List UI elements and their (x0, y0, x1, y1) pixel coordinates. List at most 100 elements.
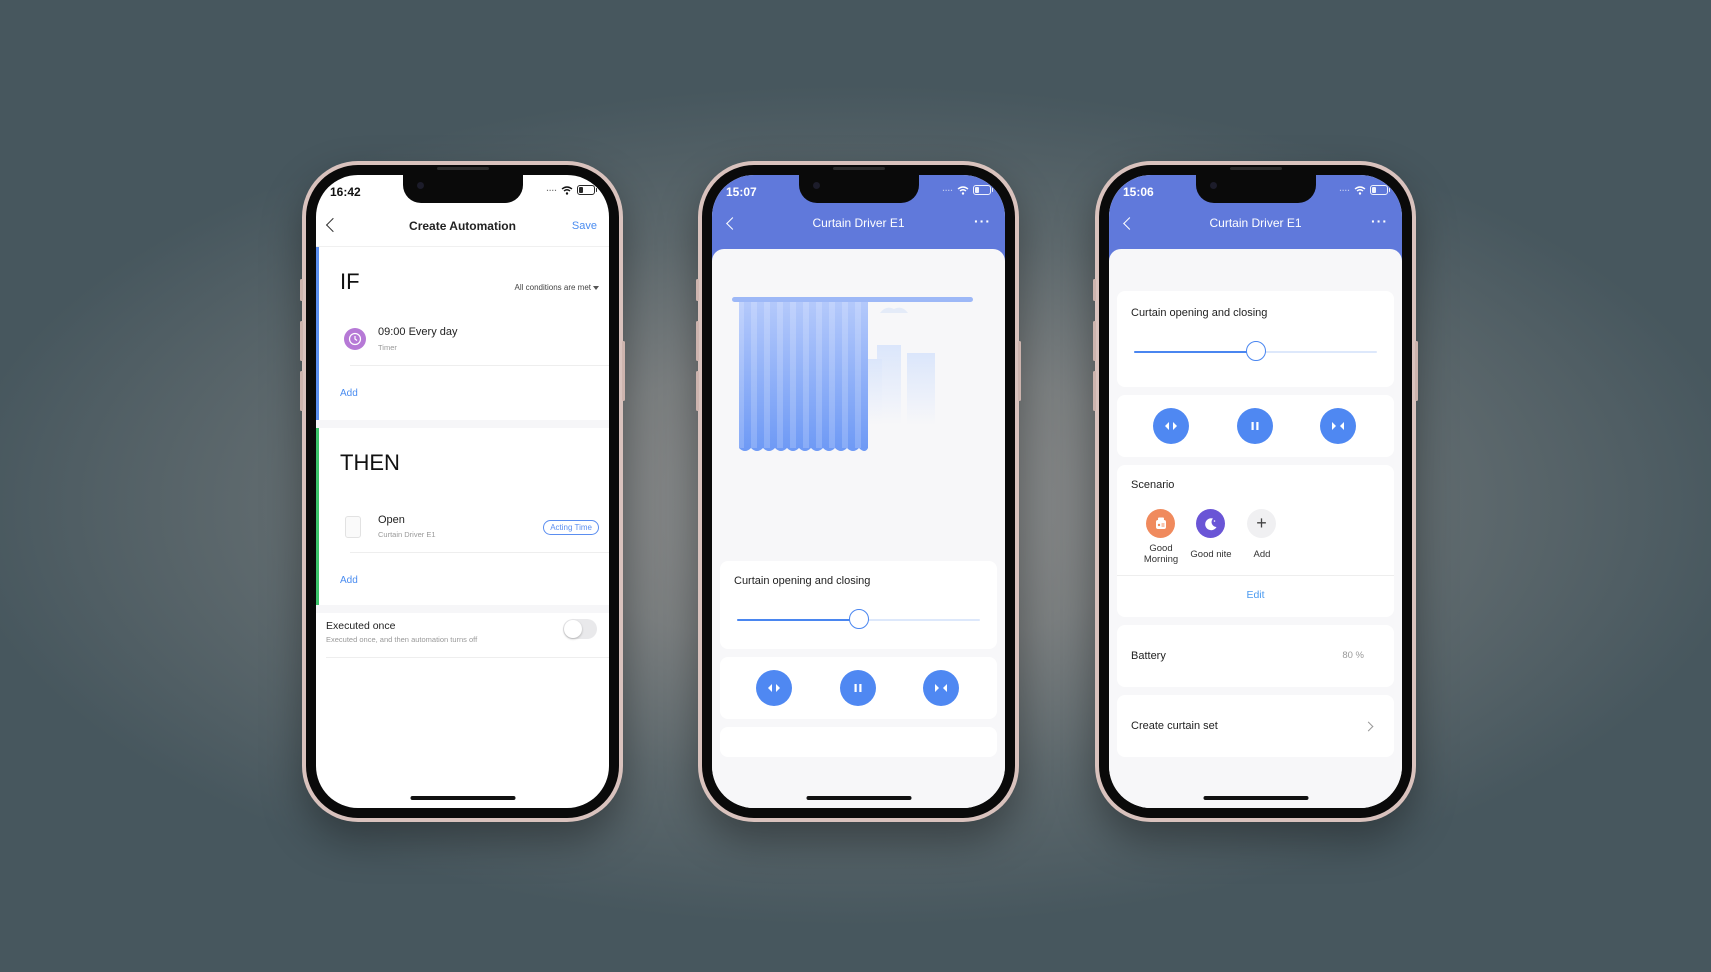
divider (1117, 575, 1394, 576)
curtain-fabric (739, 302, 868, 451)
curtain-position-card: Curtain opening and closing (720, 561, 997, 649)
divider (350, 365, 609, 366)
device-title: Curtain Driver E1 (812, 216, 905, 230)
open-curtain-button[interactable] (1153, 408, 1189, 444)
divider (350, 552, 609, 553)
then-section: THEN Open Curtain Driver E1 Acting Time … (316, 428, 609, 605)
scenario-label: Add (1253, 549, 1271, 560)
caret-down-icon (593, 285, 599, 290)
volume-up-button (1093, 321, 1096, 361)
curtain-controls-card (720, 657, 997, 719)
edit-scenario-button[interactable]: Edit (1117, 589, 1394, 601)
add-condition-link[interactable]: Add (340, 388, 358, 399)
clock-icon (344, 328, 366, 350)
close-icon (935, 684, 947, 692)
action-title: Open (378, 514, 405, 526)
screen: Curtain Driver E1 ··· 15:06 ···· Curtain… (1109, 175, 1402, 808)
executed-once-toggle[interactable] (563, 619, 597, 639)
slider-handle[interactable] (1245, 341, 1266, 361)
status-time: 15:07 (726, 185, 757, 199)
condition-mode-dropdown[interactable]: All conditions are met (515, 283, 599, 292)
acting-time-button[interactable]: Acting Time (543, 520, 599, 535)
plus-icon: + (1247, 509, 1276, 538)
save-button[interactable]: Save (572, 220, 597, 232)
status-time: 16:42 (330, 185, 361, 199)
then-heading: THEN (340, 450, 400, 475)
section-gap (316, 605, 609, 613)
add-action-link[interactable]: Add (340, 575, 358, 586)
speaker (832, 167, 885, 170)
open-icon (1165, 422, 1177, 430)
curtain-position-label: Curtain opening and closing (1131, 307, 1268, 319)
battery-icon (577, 185, 597, 195)
page-title: Create Automation (409, 219, 516, 233)
toaster-icon (1146, 509, 1175, 538)
power-button (622, 341, 625, 401)
side-button (1093, 279, 1096, 301)
volume-down-button (1093, 371, 1096, 411)
volume-down-button (696, 371, 699, 411)
open-curtain-button[interactable] (756, 670, 792, 706)
home-indicator[interactable] (410, 796, 515, 800)
phone-create-automation: 16:42 ···· Create Automation Save IF All… (300, 161, 625, 822)
pause-curtain-button[interactable] (840, 670, 876, 706)
slider-handle[interactable] (848, 609, 869, 629)
home-indicator[interactable] (806, 796, 911, 800)
more-options-icon[interactable]: ··· (974, 213, 991, 229)
signal-icon: ···· (546, 185, 557, 195)
slider-fill (737, 619, 859, 621)
open-icon (768, 684, 780, 692)
chevron-right-icon (1363, 721, 1374, 732)
create-curtain-set-row[interactable]: Create curtain set (1117, 695, 1394, 757)
device-title: Curtain Driver E1 (1209, 216, 1302, 230)
camera (812, 182, 820, 189)
curtain-position-slider[interactable] (1134, 341, 1377, 361)
curtain-illustration (732, 297, 973, 451)
nav-bar: Create Automation Save (316, 211, 609, 245)
city-background (864, 307, 935, 425)
camera (416, 182, 424, 189)
wifi-icon (561, 185, 573, 195)
condition-mode-label: All conditions are met (514, 283, 591, 292)
side-button (696, 279, 699, 301)
if-accent-bar (316, 247, 319, 420)
battery-card: Battery 80 % (1117, 625, 1394, 687)
content-area: Curtain opening and closing Scenario Goo… (1109, 249, 1402, 808)
create-curtain-set-label: Create curtain set (1131, 720, 1218, 732)
phone-curtain-driver-details: Curtain Driver E1 ··· 15:06 ···· Curtain… (1093, 161, 1418, 822)
divider (326, 657, 609, 658)
pause-icon (854, 684, 862, 692)
notch (798, 175, 919, 203)
battery-icon (973, 185, 993, 195)
power-button (1415, 341, 1418, 401)
battery-icon (1370, 185, 1390, 195)
curtain-position-card: Curtain opening and closing (1117, 291, 1394, 387)
phone-curtain-driver-main: Curtain Driver E1 ··· 15:07 ···· Curtain… (696, 161, 1021, 822)
close-curtain-button[interactable] (923, 670, 959, 706)
volume-up-button (300, 321, 303, 361)
speaker (1229, 167, 1282, 170)
side-button (300, 279, 303, 301)
more-options-icon[interactable]: ··· (1371, 213, 1388, 229)
action-subtitle: Curtain Driver E1 (378, 530, 436, 539)
if-heading: IF (340, 269, 360, 294)
volume-down-button (300, 371, 303, 411)
section-gap (316, 420, 609, 428)
volume-up-button (696, 321, 699, 361)
pause-icon (1251, 422, 1259, 430)
home-indicator[interactable] (1203, 796, 1308, 800)
close-curtain-button[interactable] (1320, 408, 1356, 444)
notch (1195, 175, 1316, 203)
wifi-icon (957, 185, 969, 195)
screen: Curtain Driver E1 ··· 15:07 ···· Curtain… (712, 175, 1005, 808)
curtain-position-slider[interactable] (737, 609, 980, 629)
curtain-controls-card (1117, 395, 1394, 457)
battery-value: 80 % (1342, 650, 1364, 661)
pause-curtain-button[interactable] (1237, 408, 1273, 444)
toggle-knob (564, 620, 582, 638)
battery-label: Battery (1131, 650, 1166, 662)
notch (402, 175, 523, 203)
status-time: 15:06 (1123, 185, 1154, 199)
curtain-device-icon (345, 516, 361, 538)
close-icon (1332, 422, 1344, 430)
